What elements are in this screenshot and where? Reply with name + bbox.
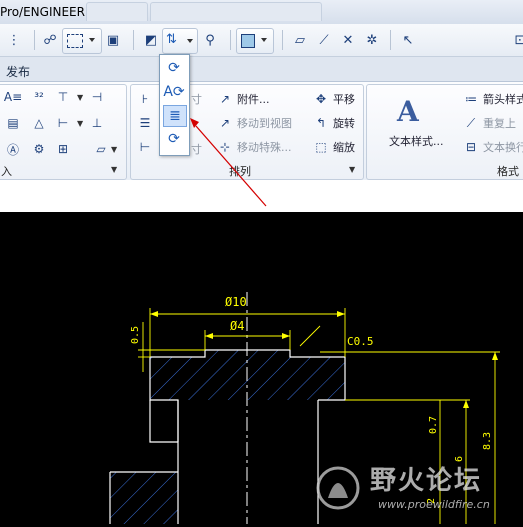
dim-05[interactable]: 0.5 [130, 326, 141, 344]
dim-07[interactable]: 0.7 [428, 416, 439, 434]
dim-83[interactable]: 8.3 [482, 432, 493, 450]
dim-diameter-4[interactable]: Ø4 [230, 319, 244, 333]
bore [178, 400, 318, 524]
dim-diameter-10[interactable]: Ø10 [225, 295, 247, 309]
flange-hatch-left [110, 472, 178, 524]
watermark: 野火论坛 www.proewildfire.cn [310, 458, 515, 520]
watermark-title: 野火论坛 [370, 466, 483, 496]
dim-chamfer[interactable]: C0.5 [347, 335, 374, 348]
watermark-url: www.proewildfire.cn [378, 498, 490, 511]
